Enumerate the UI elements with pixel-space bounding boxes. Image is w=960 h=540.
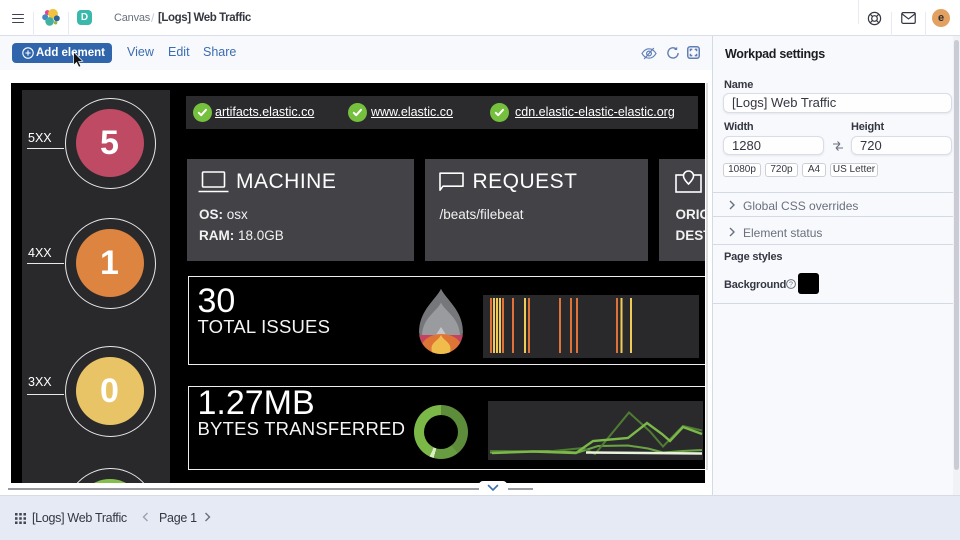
svg-text:?: ? — [789, 280, 793, 288]
